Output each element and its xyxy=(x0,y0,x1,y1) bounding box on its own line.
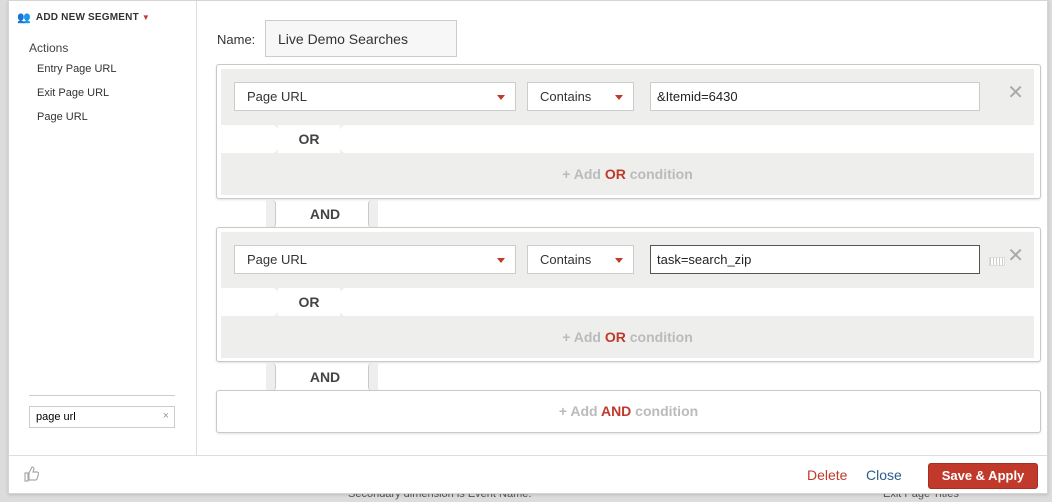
sidebar-item-page-url[interactable]: Page URL xyxy=(37,111,88,123)
dimension-select[interactable]: Page URL xyxy=(234,245,516,274)
caret-down-icon: ▼ xyxy=(141,13,151,22)
actions-heading: Actions xyxy=(29,41,69,55)
sidebar-item-exit-page-url[interactable]: Exit Page URL xyxy=(37,87,109,99)
drag-handle-icon[interactable] xyxy=(989,257,1005,266)
separator-tab xyxy=(340,288,1034,316)
save-and-apply-button[interactable]: Save & Apply xyxy=(928,463,1038,489)
segment-title-label: ADD NEW SEGMENT xyxy=(35,12,139,23)
add-and-keyword: AND xyxy=(600,403,632,419)
operator-select[interactable]: Contains xyxy=(527,82,634,111)
delete-link[interactable]: Delete xyxy=(807,467,847,483)
dimension-select-value: Page URL xyxy=(247,89,307,104)
separator-tab xyxy=(221,288,278,316)
users-icon: 👥 xyxy=(17,12,31,24)
add-or-prefix: + Add xyxy=(562,166,605,182)
segment-name-input[interactable] xyxy=(265,20,457,57)
caret-down-icon xyxy=(615,95,623,100)
sidebar-item-entry-page-url[interactable]: Entry Page URL xyxy=(37,63,116,75)
add-or-condition-button[interactable]: + Add OR condition xyxy=(221,316,1034,358)
add-or-keyword: OR xyxy=(604,329,626,345)
dimension-select-value: Page URL xyxy=(247,252,307,267)
separator-tab xyxy=(266,363,276,391)
separator-tab xyxy=(221,125,278,153)
remove-condition-icon[interactable]: ✕ xyxy=(1007,83,1024,103)
and-label: AND xyxy=(309,369,341,385)
add-and-prefix: + Add xyxy=(558,403,601,419)
dimension-select[interactable]: Page URL xyxy=(234,82,516,111)
add-or-prefix: + Add xyxy=(562,329,605,345)
add-and-condition-button[interactable]: + Add AND condition xyxy=(216,390,1041,433)
or-label: OR xyxy=(278,125,340,153)
separator-tab xyxy=(340,125,1034,153)
separator-tab xyxy=(368,200,378,228)
and-separator: AND xyxy=(216,200,1041,228)
operator-select-value: Contains xyxy=(540,252,592,267)
close-link[interactable]: Close xyxy=(866,467,902,483)
caret-down-icon xyxy=(615,258,623,263)
or-label: OR xyxy=(278,288,340,316)
condition-value-input[interactable] xyxy=(650,82,980,111)
dimension-search-input[interactable] xyxy=(30,407,150,427)
or-separator: OR xyxy=(221,125,1034,153)
divider xyxy=(29,395,175,396)
segment-sidebar: 👥 ADD NEW SEGMENT ▼ Actions Entry Page U… xyxy=(9,1,197,455)
caret-down-icon xyxy=(497,95,505,100)
and-separator: AND xyxy=(216,363,1041,391)
dimension-search: × xyxy=(29,406,175,428)
segment-editor: 👥 ADD NEW SEGMENT ▼ Actions Entry Page U… xyxy=(8,0,1048,494)
add-and-suffix: condition xyxy=(631,403,699,419)
caret-down-icon xyxy=(497,258,505,263)
operator-select-value: Contains xyxy=(540,89,592,104)
separator-tab xyxy=(266,200,276,228)
add-or-suffix: condition xyxy=(625,166,693,182)
editor-footer: Delete Close Save & Apply xyxy=(9,455,1047,493)
operator-select[interactable]: Contains xyxy=(527,245,634,274)
remove-condition-icon[interactable]: ✕ xyxy=(1007,246,1024,266)
condition-row: Page URL Contains ✕ xyxy=(221,69,1034,125)
or-separator: OR xyxy=(221,288,1034,316)
thumbs-up-icon[interactable] xyxy=(23,466,40,482)
add-or-suffix: condition xyxy=(625,329,693,345)
condition-block: Page URL Contains ✕ OR + Add OR conditio… xyxy=(216,227,1041,362)
and-label: AND xyxy=(309,206,341,222)
condition-value-input[interactable] xyxy=(650,245,980,274)
clear-search-icon[interactable]: × xyxy=(163,410,169,422)
add-or-condition-button[interactable]: + Add OR condition xyxy=(221,153,1034,195)
condition-row: Page URL Contains ✕ xyxy=(221,232,1034,288)
name-label: Name: xyxy=(217,32,256,47)
separator-tab xyxy=(368,363,378,391)
add-or-keyword: OR xyxy=(604,166,626,182)
add-new-segment-menu[interactable]: 👥 ADD NEW SEGMENT ▼ xyxy=(17,11,150,24)
condition-block: Page URL Contains ✕ OR + Add OR conditio… xyxy=(216,64,1041,199)
